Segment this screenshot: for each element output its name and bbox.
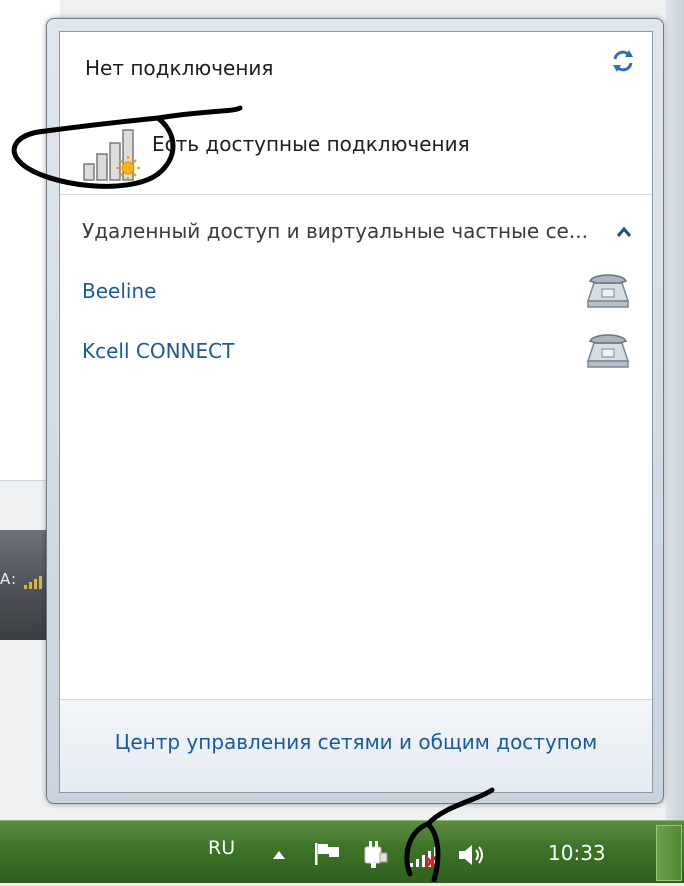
background-signal-icon [24, 574, 46, 593]
power-plug-icon[interactable] [360, 839, 390, 873]
telephone-icon [584, 331, 632, 375]
background-text: A: [0, 570, 18, 588]
connection-label: Beeline [82, 279, 157, 303]
connection-status-section: Нет подключения Есть доступные подключен… [11, 32, 652, 195]
action-center-flag-icon[interactable] [312, 841, 342, 871]
taskbar: RU 10:33 [0, 820, 684, 883]
connection-item-kcell[interactable]: Kcell CONNECT [60, 323, 652, 383]
network-center-link[interactable]: Центр управления сетями и общим доступом [60, 730, 652, 754]
telephone-icon [584, 271, 632, 315]
status-title: Нет подключения [85, 56, 274, 80]
group-title: Удаленный доступ и виртуальные частные с… [82, 219, 588, 243]
connection-label: Kcell CONNECT [82, 339, 235, 363]
chevron-up-icon[interactable] [616, 223, 632, 242]
show-hidden-icons-arrow-icon[interactable] [272, 845, 286, 864]
marker-circle-annotation [8, 104, 248, 208]
flyout-footer: Центр управления сетями и общим доступом [60, 699, 652, 792]
network-flyout: Нет подключения Есть доступные подключен… [11, 18, 664, 804]
flyout-content: Нет подключения Есть доступные подключен… [11, 31, 653, 793]
clock[interactable]: 10:33 [548, 841, 606, 865]
show-desktop-button[interactable] [656, 825, 682, 881]
background-right-edge [666, 0, 684, 820]
group-header-dialup-vpn[interactable]: Удаленный доступ и виртуальные частные с… [60, 201, 652, 263]
language-indicator[interactable]: RU [208, 837, 235, 859]
taskbar-marker-annotation [388, 784, 508, 886]
refresh-icon[interactable] [608, 46, 638, 80]
connection-item-beeline[interactable]: Beeline [60, 263, 652, 323]
